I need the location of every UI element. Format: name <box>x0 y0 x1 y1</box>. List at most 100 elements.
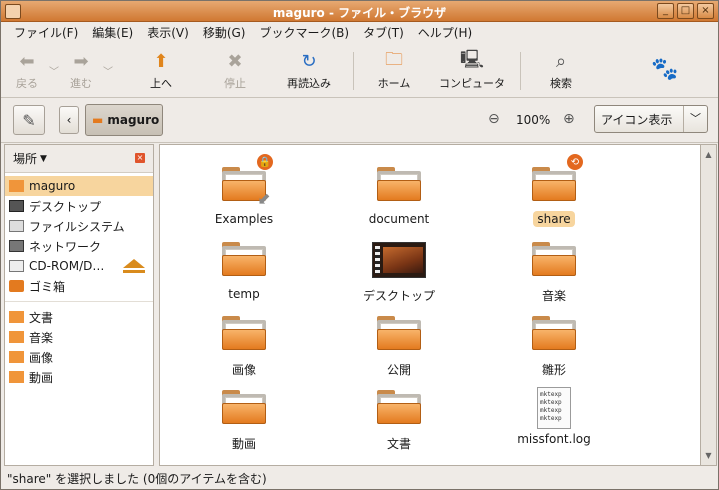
path-button-maguro[interactable]: ▬ maguro <box>85 104 163 136</box>
home-folder-icon: 🗀 <box>385 48 403 70</box>
toggle-location-entry-button[interactable]: ✎ <box>13 105 45 135</box>
computer-icon: 🖳 <box>460 48 485 70</box>
up-arrow-icon: ⬆ <box>153 51 169 72</box>
home-button[interactable]: 🗀 ホーム <box>364 46 424 96</box>
back-button[interactable]: ⬅ 戻る <box>9 46 45 96</box>
file-item-examples[interactable]: 🔒 ⬋ Examples <box>184 153 304 237</box>
path-scroll-left-button[interactable]: ‹ <box>59 106 79 134</box>
search-button[interactable]: ⌕ 検索 <box>535 46 587 96</box>
menu-edit[interactable]: 編集(E) <box>85 24 140 41</box>
forward-history-chevron-icon[interactable]: ﹀ <box>103 63 113 78</box>
zoom-out-icon[interactable]: ⊖ <box>488 111 500 127</box>
file-item-missfont-log[interactable]: mktexp mktexp mktexp mktexp missfont.log <box>494 387 614 457</box>
file-item-templates[interactable]: 雛形 <box>494 316 614 386</box>
stop-button[interactable]: ✖ 停止 <box>205 46 265 96</box>
sync-icon: ⟲ <box>566 153 584 171</box>
symlink-arrow-icon: ⬋ <box>257 189 271 208</box>
file-icon-view[interactable]: 🔒 ⬋ Examples document ⟲ share temp デスクトッ… <box>159 144 700 466</box>
minimize-button[interactable]: _ <box>657 3 674 19</box>
toolbar-separator <box>353 51 354 90</box>
close-button[interactable]: × <box>697 3 714 19</box>
file-item-documents[interactable]: 文書 <box>339 390 459 460</box>
trash-icon <box>9 280 24 292</box>
zoom-level: 100% <box>516 113 551 127</box>
close-sidebar-icon[interactable]: × <box>135 153 145 163</box>
eject-icon[interactable] <box>123 259 145 273</box>
forward-button[interactable]: ➡ 進む <box>63 46 99 96</box>
folder-icon <box>222 316 266 350</box>
location-bar: ✎ ‹ ▬ maguro ⊖ 100% ⊕ アイコン表示 ﹀ <box>1 99 718 143</box>
sidebar-item-pictures[interactable]: 画像 <box>5 347 153 367</box>
sidebar-item-network[interactable]: ネットワーク <box>5 236 153 256</box>
forward-arrow-icon: ➡ <box>73 51 89 72</box>
sidebar-item-videos[interactable]: 動画 <box>5 367 153 387</box>
file-item-document[interactable]: document <box>339 167 459 237</box>
file-item-music[interactable]: 音楽 <box>494 242 614 312</box>
title-bar[interactable]: maguro - ファイル・ブラウザ _ □ × <box>1 1 718 22</box>
desktop-thumbnail-icon <box>372 242 426 278</box>
toolbar-separator <box>520 51 521 90</box>
sidebar-item-home[interactable]: maguro <box>5 176 153 196</box>
folder-icon <box>222 390 266 424</box>
folder-icon: ⟲ <box>532 153 584 201</box>
folder-icon <box>377 316 421 350</box>
stop-icon: ✖ <box>227 51 243 72</box>
sidebar-item-documents[interactable]: 文書 <box>5 307 153 327</box>
text-file-icon: mktexp mktexp mktexp mktexp <box>537 387 571 429</box>
toolbar: ⬅ 戻る ﹀ ➡ 進む ﹀ ⬆ 上へ ✖ 停止 ↻ 再読込み 🗀 ホーム 🖳 コ… <box>1 44 718 98</box>
sidebar-header[interactable]: 場所 ▼ <box>5 145 153 173</box>
file-item-share[interactable]: ⟲ share <box>494 153 614 237</box>
folder-icon <box>377 390 421 424</box>
reload-icon: ↻ <box>301 51 317 72</box>
window-title: maguro - ファイル・ブラウザ <box>272 6 447 20</box>
menu-bar: ファイル(F) 編集(E) 表示(V) 移動(G) ブックマーク(B) タブ(T… <box>1 22 718 43</box>
sidebar-item-cdrom[interactable]: CD-ROM/D… <box>5 256 153 276</box>
status-text: "share" を選択しました (0個のアイテムを含む) <box>7 471 267 486</box>
gnome-foot-icon: 🐾 <box>651 57 679 82</box>
back-history-chevron-icon[interactable]: ﹀ <box>49 63 59 78</box>
computer-button[interactable]: 🖳 コンピュータ <box>434 46 510 96</box>
menu-bookmarks[interactable]: ブックマーク(B) <box>252 24 356 41</box>
back-arrow-icon: ⬅ <box>19 51 35 72</box>
up-button[interactable]: ⬆ 上へ <box>131 46 191 96</box>
chevron-down-icon: ﹀ <box>683 106 707 132</box>
file-item-videos[interactable]: 動画 <box>184 390 304 460</box>
sidebar-item-music[interactable]: 音楽 <box>5 327 153 347</box>
folder-icon <box>9 311 24 323</box>
folder-icon <box>222 242 266 276</box>
folder-icon <box>532 242 576 276</box>
file-item-public[interactable]: 公開 <box>339 316 459 386</box>
file-item-desktop[interactable]: デスクトップ <box>339 242 459 312</box>
sidebar-item-desktop[interactable]: デスクトップ <box>5 196 153 216</box>
folder-icon <box>532 316 576 350</box>
scroll-down-icon[interactable]: ▼ <box>701 448 716 463</box>
menu-tabs[interactable]: タブ(T) <box>356 24 411 41</box>
drive-icon <box>9 220 24 232</box>
zoom-in-icon[interactable]: ⊕ <box>563 111 575 127</box>
file-item-pictures[interactable]: 画像 <box>184 316 304 386</box>
scroll-up-icon[interactable]: ▲ <box>701 147 716 162</box>
chevron-down-icon: ▼ <box>40 153 47 164</box>
maximize-button[interactable]: □ <box>677 3 694 19</box>
lock-icon: 🔒 <box>256 153 274 171</box>
menu-view[interactable]: 表示(V) <box>140 24 196 41</box>
file-browser-window: maguro - ファイル・ブラウザ _ □ × ファイル(F) 編集(E) 表… <box>0 0 719 490</box>
home-folder-icon <box>9 180 24 192</box>
folder-icon <box>377 167 421 201</box>
folder-icon: 🔒 ⬋ <box>222 153 274 207</box>
sidebar: 場所 ▼ × maguro デスクトップ ファイルシステム ネットワーク CD-… <box>4 144 154 466</box>
file-item-temp[interactable]: temp <box>184 242 304 312</box>
folder-icon <box>9 331 24 343</box>
sidebar-item-filesystem[interactable]: ファイルシステム <box>5 216 153 236</box>
status-bar: "share" を選択しました (0個のアイテムを含む) <box>1 467 718 489</box>
cdrom-icon <box>9 260 24 272</box>
sidebar-separator <box>5 301 153 302</box>
menu-help[interactable]: ヘルプ(H) <box>411 24 479 41</box>
menu-go[interactable]: 移動(G) <box>196 24 253 41</box>
home-folder-icon: ▬ <box>92 113 104 127</box>
reload-button[interactable]: ↻ 再読込み <box>275 46 343 96</box>
view-mode-select[interactable]: アイコン表示 ﹀ <box>594 105 708 133</box>
menu-file[interactable]: ファイル(F) <box>7 24 85 41</box>
sidebar-item-trash[interactable]: ゴミ箱 <box>5 276 153 296</box>
vertical-scrollbar[interactable]: ▲ ▼ <box>700 144 717 466</box>
